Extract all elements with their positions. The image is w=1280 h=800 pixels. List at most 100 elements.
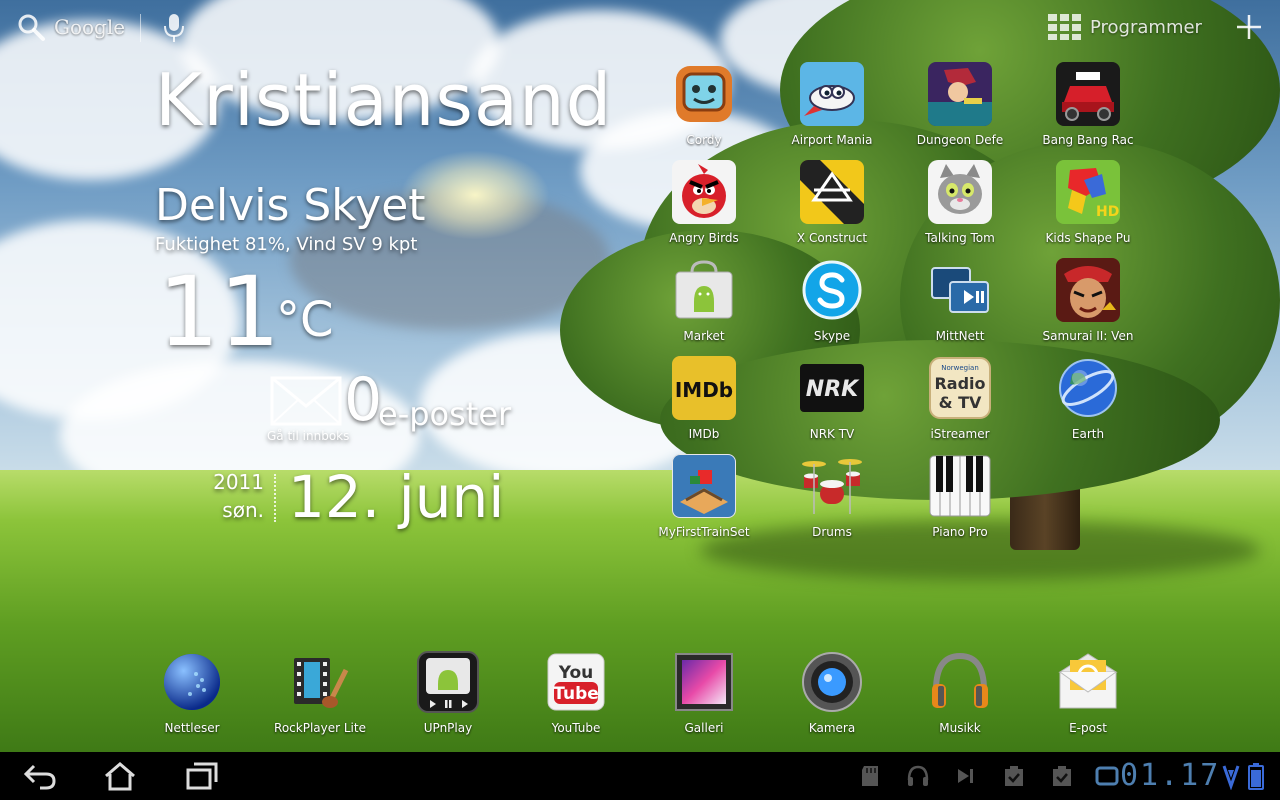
date-day-month: 12. juni <box>288 463 505 531</box>
microphone-icon[interactable] <box>162 12 186 44</box>
search-divider <box>140 14 141 42</box>
home-icon[interactable] <box>100 760 140 792</box>
task-done-icon[interactable] <box>1002 764 1026 788</box>
weather-unit: °C <box>276 292 334 348</box>
app-piano-pro[interactable]: Piano Pro <box>896 450 1024 548</box>
dock-label: E-post <box>1069 721 1107 735</box>
app-label: Bang Bang Rac <box>1042 133 1134 147</box>
app-label: Market <box>683 329 725 343</box>
film-guitar-icon <box>294 658 349 708</box>
dock-app-galleri[interactable]: Galleri <box>640 648 768 740</box>
app-talking-tom[interactable]: Talking Tom <box>896 156 1024 254</box>
imdb-icon: IMDb <box>672 356 736 420</box>
dock-label: Musikk <box>939 721 981 735</box>
dock-app-kamera[interactable]: Kamera <box>768 648 896 740</box>
app-samurai[interactable]: Samurai II: Ven <box>1024 254 1152 352</box>
date-year: 2011 <box>213 470 264 494</box>
dock-label: Galleri <box>684 721 724 735</box>
gallery-icon <box>675 653 733 711</box>
svg-text:Tube: Tube <box>553 684 599 704</box>
dock-app-rockplayer[interactable]: RockPlayer Lite <box>256 648 384 740</box>
app-x-construct[interactable]: X Construct <box>768 156 896 254</box>
headset-icon[interactable] <box>906 764 930 788</box>
app-istreamer[interactable]: Norwegian Radio & TV iStreamer <box>896 352 1024 450</box>
mail-label: e-poster <box>378 395 512 433</box>
app-mittnett[interactable]: MittNett <box>896 254 1024 352</box>
app-label: Angry Birds <box>669 231 739 245</box>
weather-city: Kristiansand <box>155 58 613 142</box>
plus-icon[interactable] <box>1234 12 1264 42</box>
drums-icon <box>802 459 862 514</box>
date-separator <box>274 474 276 522</box>
dungeon-defenders-icon <box>928 62 992 126</box>
network-screens-icon <box>931 267 989 313</box>
app-earth[interactable]: Earth <box>1024 352 1152 450</box>
app-label: Piano Pro <box>932 525 988 539</box>
email-envelope-icon <box>1058 653 1118 709</box>
app-skype[interactable]: Skype <box>768 254 896 352</box>
app-label: Skype <box>813 329 851 343</box>
app-drums[interactable]: Drums <box>768 450 896 548</box>
app-label: X Construct <box>796 231 868 245</box>
back-icon[interactable] <box>20 760 60 792</box>
app-market[interactable]: Market <box>640 254 768 352</box>
wifi-v-icon <box>1222 765 1240 790</box>
app-dungeon-defenders[interactable]: Dungeon Defe <box>896 58 1024 156</box>
app-label: Earth <box>1071 427 1105 441</box>
svg-text:IMDb: IMDb <box>675 378 733 402</box>
app-angry-birds[interactable]: Angry Birds <box>640 156 768 254</box>
app-kids-shape-puzzle[interactable]: HD Kids Shape Pu <box>1024 156 1152 254</box>
status-clock[interactable]: 01.17 <box>1120 758 1220 794</box>
recent-apps-icon[interactable] <box>180 760 220 792</box>
battery-icon[interactable] <box>1248 762 1264 790</box>
camera-lens-icon <box>802 652 862 712</box>
dock-app-nettleser[interactable]: Nettleser <box>128 648 256 740</box>
sd-card-icon[interactable] <box>858 764 882 788</box>
globe-icon <box>1059 359 1117 417</box>
dock-app-musikk[interactable]: Musikk <box>896 648 1024 740</box>
mail-count: 0 <box>344 365 383 435</box>
top-bar: Google Programmer <box>0 0 1280 56</box>
cordy-robot-icon <box>676 66 732 122</box>
app-airport-mania[interactable]: Airport Mania <box>768 58 896 156</box>
x-construct-icon <box>800 160 864 224</box>
svg-text:Norwegian: Norwegian <box>941 364 979 372</box>
cat-icon <box>928 160 992 224</box>
date-weekday: søn. <box>222 498 264 522</box>
weather-details: Fuktighet 81%, Vind SV 9 kpt <box>155 234 418 255</box>
weather-temperature: 11 <box>158 256 281 368</box>
svg-text:HD: HD <box>1096 204 1119 220</box>
app-label: NRK TV <box>809 427 855 441</box>
mail-goto-inbox[interactable]: Gå til innboks <box>267 429 349 443</box>
headphones-icon <box>932 652 988 708</box>
dock-app-youtube[interactable]: You Tube YouTube <box>512 648 640 740</box>
browser-globe-icon <box>164 654 220 710</box>
radio-tv-icon: Norwegian Radio & TV <box>929 357 991 419</box>
race-car-icon <box>1056 62 1120 126</box>
app-label: Kids Shape Pu <box>1045 231 1131 245</box>
media-next-icon[interactable] <box>954 764 978 788</box>
market-bag-icon <box>675 260 733 319</box>
apps-button[interactable]: Programmer <box>1048 14 1202 40</box>
app-cordy[interactable]: Cordy <box>640 58 768 156</box>
app-bang-bang-racing[interactable]: Bang Bang Rac <box>1024 58 1152 156</box>
app-label: iStreamer <box>930 427 990 441</box>
app-nrk-tv[interactable]: NRK NRK TV <box>768 352 896 450</box>
task-done-icon[interactable] <box>1050 764 1074 788</box>
train-set-icon <box>672 454 736 518</box>
svg-text:NRK: NRK <box>806 377 860 402</box>
dock-app-upnplay[interactable]: UPnPlay <box>384 648 512 740</box>
grid-icon <box>1048 14 1081 40</box>
app-label: MyFirstTrainSet <box>658 525 750 539</box>
dock-label: RockPlayer Lite <box>274 721 366 735</box>
system-bar: 01.17 <box>0 752 1280 800</box>
apps-label: Programmer <box>1090 16 1202 38</box>
dock-app-epost[interactable]: E-post <box>1024 648 1152 740</box>
app-imdb[interactable]: IMDb IMDb <box>640 352 768 450</box>
svg-text:Radio: Radio <box>934 374 985 393</box>
envelope-icon <box>270 376 342 426</box>
app-myfirsttrainset[interactable]: MyFirstTrainSet <box>640 450 768 548</box>
skype-icon <box>802 260 862 320</box>
app-label: Cordy <box>686 133 722 147</box>
google-search-button[interactable]: Google <box>16 12 125 42</box>
